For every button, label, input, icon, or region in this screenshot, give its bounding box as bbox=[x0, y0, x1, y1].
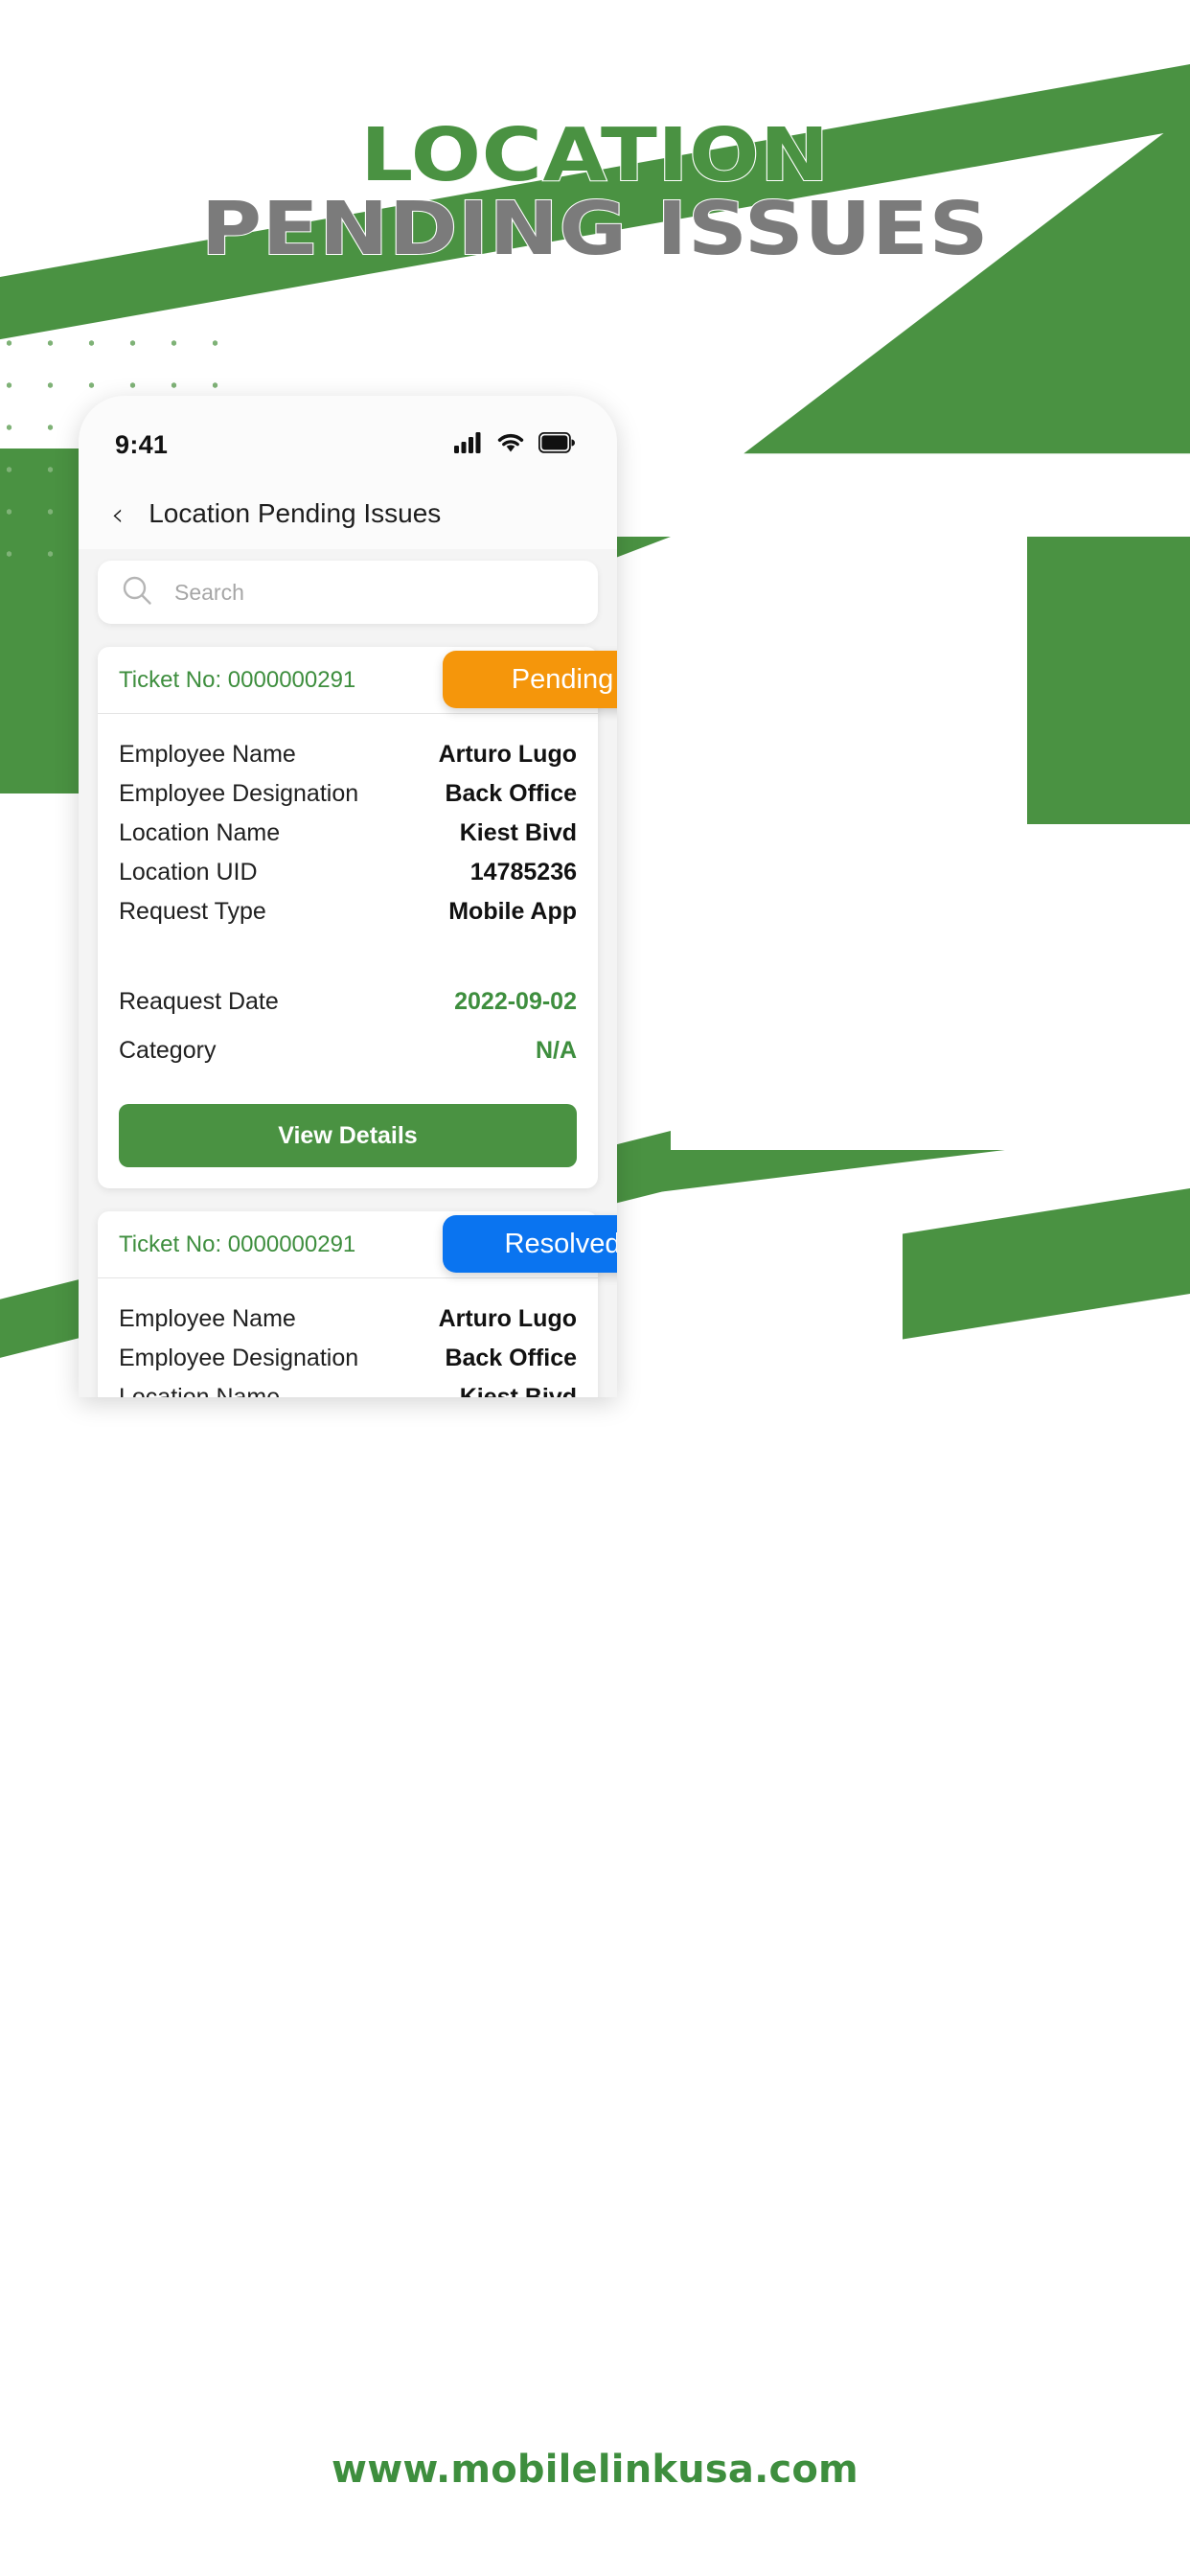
row-label: Employee Designation bbox=[119, 1345, 359, 1371]
row-label: Location Name bbox=[119, 1384, 281, 1397]
signal-icon bbox=[454, 431, 483, 458]
table-row: Employee Designation Back Office bbox=[119, 1339, 577, 1378]
status-bar: 9:41 bbox=[79, 396, 617, 478]
poster-title-line-1: LOCATION bbox=[359, 113, 830, 198]
ticket-number: Ticket No: 0000000291 bbox=[119, 1230, 356, 1257]
table-row: Category N/A bbox=[119, 1026, 577, 1075]
row-value: Kiest Bivd bbox=[459, 819, 577, 846]
row-value: Arturo Lugo bbox=[438, 1305, 577, 1332]
row-value: Mobile App bbox=[448, 898, 577, 925]
status-badge[interactable]: Pending bbox=[443, 651, 617, 708]
row-value: Back Office bbox=[445, 1345, 577, 1371]
row-value: Kiest Bivd bbox=[459, 1384, 577, 1397]
row-value: Back Office bbox=[445, 780, 577, 807]
wifi-icon bbox=[496, 432, 525, 458]
row-value: 2022-09-02 bbox=[454, 988, 577, 1015]
row-label: Location Name bbox=[119, 819, 281, 846]
ticket-detail-rows: Employee Name Arturo Lugo Employee Desig… bbox=[98, 714, 598, 932]
website-url: www.mobilelinkusa.com bbox=[332, 2448, 858, 2492]
search-placeholder: Search bbox=[174, 579, 244, 605]
status-bar-time: 9:41 bbox=[115, 429, 169, 459]
ticket-card[interactable]: Ticket No: 0000000291 Resolved Employee … bbox=[98, 1211, 617, 1397]
row-value: N/A bbox=[535, 1037, 577, 1064]
row-value: Arturo Lugo bbox=[438, 741, 577, 768]
row-label: Request Type bbox=[119, 898, 266, 925]
battery-icon bbox=[538, 431, 575, 458]
search-input[interactable]: Search bbox=[98, 561, 598, 624]
page-title: Location Pending Issues bbox=[149, 498, 442, 528]
ticket-detail-rows: Employee Name Arturo Lugo Employee Desig… bbox=[98, 1278, 598, 1397]
green-fill-right bbox=[1027, 537, 1190, 824]
poster-title-line-2: PENDING ISSUES bbox=[200, 186, 990, 272]
poster-title: LOCATION PENDING ISSUES bbox=[0, 113, 1190, 272]
table-row: Location Name Kiest Bivd bbox=[119, 1378, 577, 1397]
row-label: Reaquest Date bbox=[119, 988, 279, 1015]
phone-mockup: 9:41 ‹ Location Pending Issues Search Ti… bbox=[79, 396, 617, 1397]
green-diagonal-band-right bbox=[903, 1188, 1190, 1340]
row-label: Location UID bbox=[119, 859, 258, 886]
row-label: Employee Name bbox=[119, 741, 296, 768]
ticket-secondary-rows: Reaquest Date 2022-09-02 Category N/A bbox=[98, 932, 598, 1075]
row-label: Employee Name bbox=[119, 1305, 296, 1332]
table-row: Employee Designation Back Office bbox=[119, 774, 577, 814]
ticket-card-header: Ticket No: 0000000291 Pending bbox=[98, 647, 617, 714]
row-label: Employee Designation bbox=[119, 780, 359, 807]
table-row: Location Name Kiest Bivd bbox=[119, 814, 577, 853]
table-row: Reaquest Date 2022-09-02 bbox=[119, 978, 577, 1026]
screen-content: Search Ticket No: 0000000291 Pending Emp… bbox=[79, 549, 617, 1397]
table-row: Request Type Mobile App bbox=[119, 892, 577, 932]
row-label: Category bbox=[119, 1037, 217, 1064]
navigation-bar: ‹ Location Pending Issues bbox=[79, 478, 617, 549]
status-badge[interactable]: Resolved bbox=[443, 1215, 617, 1273]
ticket-number: Ticket No: 0000000291 bbox=[119, 666, 356, 693]
chevron-left-icon[interactable]: ‹ bbox=[111, 498, 124, 530]
table-row: Location UID 14785236 bbox=[119, 853, 577, 892]
table-row: Employee Name Arturo Lugo bbox=[119, 1300, 577, 1339]
row-value: 14785236 bbox=[469, 859, 577, 886]
status-bar-icons bbox=[454, 431, 575, 458]
footer: www.mobilelinkusa.com bbox=[0, 2448, 1190, 2492]
table-row: Employee Name Arturo Lugo bbox=[119, 735, 577, 774]
view-details-button[interactable]: View Details bbox=[119, 1104, 577, 1167]
ticket-card-header: Ticket No: 0000000291 Resolved bbox=[98, 1211, 617, 1278]
search-icon bbox=[121, 574, 153, 611]
ticket-card[interactable]: Ticket No: 0000000291 Pending Employee N… bbox=[98, 647, 617, 1188]
